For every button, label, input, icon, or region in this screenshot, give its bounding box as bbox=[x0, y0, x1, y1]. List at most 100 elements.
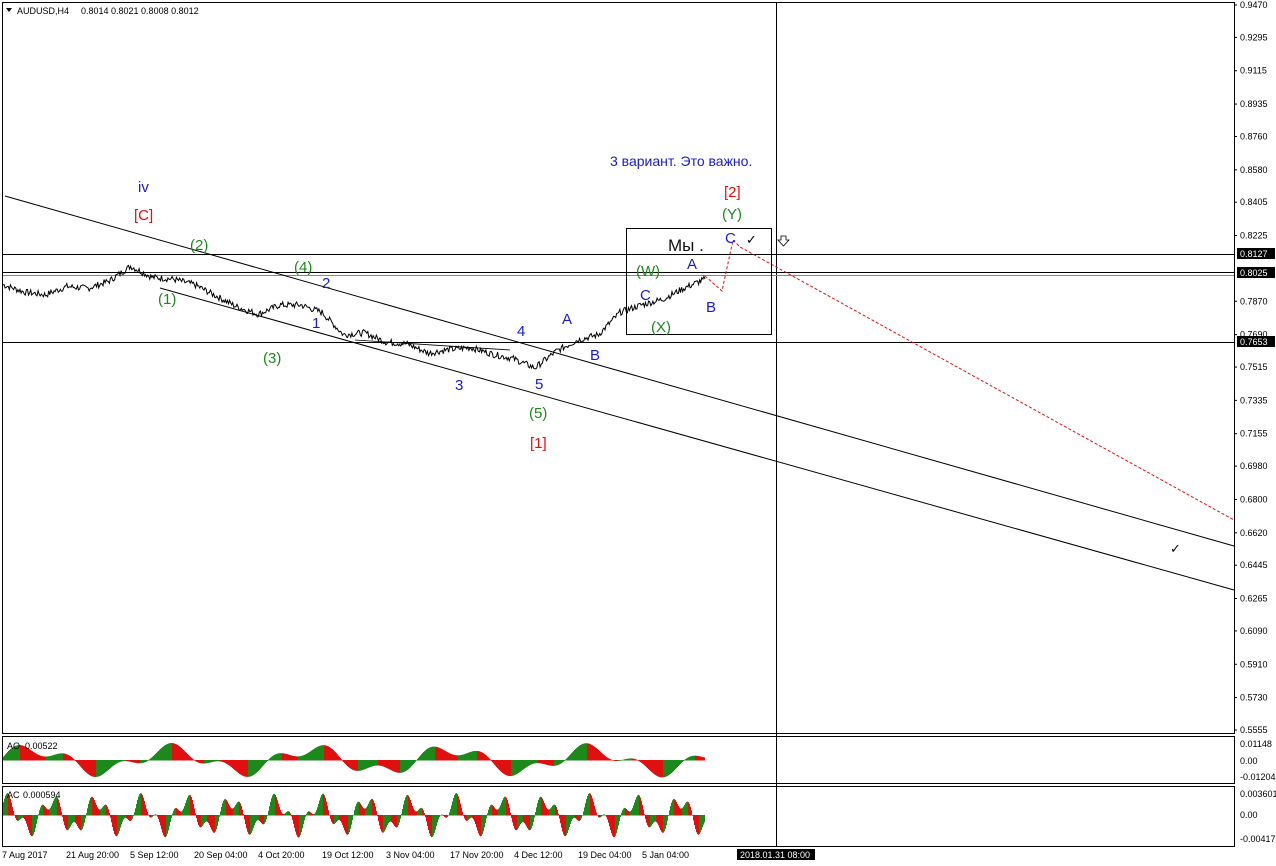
ao-bar bbox=[641, 760, 642, 763]
ao-bar bbox=[455, 755, 456, 761]
ac-bar bbox=[251, 815, 252, 833]
ac-bar bbox=[627, 810, 628, 816]
wave-label[interactable]: 3 bbox=[455, 377, 463, 394]
ao-bar bbox=[493, 760, 494, 764]
wave-label[interactable]: iv bbox=[138, 179, 149, 196]
ac-bar bbox=[63, 815, 64, 822]
ac-bar bbox=[400, 815, 401, 819]
ac-bar bbox=[428, 815, 429, 830]
ao-axis-top: 0.01148 bbox=[1240, 739, 1272, 749]
ao-bar bbox=[516, 760, 517, 775]
ac-bar bbox=[225, 799, 226, 816]
wave-label[interactable]: C bbox=[640, 287, 651, 304]
wave-label[interactable]: (3) bbox=[263, 350, 281, 367]
ao-bar bbox=[582, 743, 583, 761]
wave-label[interactable]: (W) bbox=[636, 263, 660, 280]
ac-bar bbox=[626, 809, 627, 816]
ac-bar bbox=[519, 815, 520, 827]
check-mark-icon[interactable]: ✓ bbox=[1170, 541, 1181, 556]
ac-bar bbox=[273, 793, 274, 816]
wave-label[interactable]: 2 bbox=[322, 275, 330, 292]
price-axis-label: 0.7515 bbox=[1240, 362, 1268, 372]
channel-lower-line[interactable] bbox=[159, 287, 1235, 591]
ao-bar bbox=[298, 756, 299, 761]
ac-bar bbox=[309, 811, 310, 816]
ac-bar bbox=[357, 802, 358, 816]
ao-bar bbox=[691, 756, 692, 761]
ao-bar bbox=[674, 760, 675, 771]
ac-bar bbox=[411, 802, 412, 816]
ao-bar bbox=[180, 747, 181, 761]
ao-bar bbox=[88, 760, 89, 775]
wave-label[interactable]: (1) bbox=[158, 291, 176, 308]
ao-bar bbox=[700, 756, 701, 761]
wave-label[interactable]: (Y) bbox=[722, 206, 742, 223]
ao-bar bbox=[75, 760, 76, 762]
wave-label[interactable]: A bbox=[687, 256, 697, 273]
ao-bar bbox=[344, 760, 345, 764]
wave-label[interactable]: (X) bbox=[651, 319, 671, 336]
ao-bar bbox=[190, 756, 191, 761]
wave-label[interactable]: C bbox=[725, 230, 736, 247]
ao-bar bbox=[630, 758, 631, 761]
ac-bar bbox=[365, 808, 366, 816]
ac-bar bbox=[501, 802, 502, 816]
ac-bar bbox=[82, 815, 83, 829]
ao-bar bbox=[129, 760, 130, 762]
wave-label[interactable]: [2] bbox=[724, 184, 741, 201]
ao-bar bbox=[128, 760, 129, 762]
ac-bar bbox=[122, 815, 123, 822]
ac-bar bbox=[495, 808, 496, 816]
wave-label[interactable]: A bbox=[562, 311, 572, 328]
triangle-down-icon[interactable] bbox=[6, 8, 12, 12]
ac-bar bbox=[603, 814, 604, 816]
ac-bar bbox=[506, 797, 507, 816]
ac-bar bbox=[466, 815, 467, 821]
ac-bar bbox=[499, 807, 500, 816]
ac-bar bbox=[59, 802, 60, 816]
ac-bar bbox=[49, 809, 50, 816]
ac-bar bbox=[15, 815, 16, 819]
wave-label[interactable]: 1 bbox=[312, 315, 320, 332]
wave-label[interactable]: [1] bbox=[530, 435, 547, 452]
ac-bar bbox=[191, 797, 192, 816]
wave-label[interactable]: (4) bbox=[294, 259, 312, 276]
ao-bar bbox=[439, 747, 440, 761]
arrow-down-outline-icon[interactable] bbox=[777, 235, 790, 247]
forecast-path[interactable] bbox=[704, 238, 1235, 521]
ac-bar bbox=[339, 815, 340, 821]
ao-bar bbox=[349, 760, 350, 768]
ao-bar bbox=[485, 754, 486, 761]
wave-label[interactable]: (5) bbox=[529, 405, 547, 422]
price-axis-label: 0.8580 bbox=[1240, 165, 1268, 175]
wave-label[interactable]: B bbox=[590, 347, 600, 364]
ac-bar bbox=[497, 809, 498, 816]
ac-bar bbox=[510, 812, 511, 816]
check-mark-icon[interactable]: ✓ bbox=[746, 232, 757, 247]
wave-label[interactable]: (2) bbox=[190, 237, 208, 254]
ac-bar bbox=[573, 815, 574, 819]
ao-bar bbox=[33, 751, 34, 761]
ac-bar bbox=[286, 812, 287, 816]
ao-bar bbox=[651, 760, 652, 772]
ao-bar bbox=[272, 756, 273, 761]
ao-bar bbox=[224, 760, 225, 763]
wave-label[interactable]: B bbox=[706, 299, 716, 316]
wave-label[interactable]: [C] bbox=[134, 207, 153, 224]
ao-bar bbox=[504, 760, 505, 775]
ao-bar bbox=[628, 758, 629, 761]
ao-bar bbox=[147, 760, 148, 762]
wave-label[interactable]: 5 bbox=[535, 376, 543, 393]
ac-bar bbox=[69, 815, 70, 829]
ac-bar bbox=[289, 811, 290, 816]
ao-bar bbox=[627, 758, 628, 761]
ao-bar bbox=[624, 759, 625, 761]
note-text: 3 вариант. Это важно. bbox=[610, 153, 752, 169]
ao-bar bbox=[183, 749, 184, 761]
ao-bar bbox=[227, 760, 228, 765]
wave-label[interactable]: 4 bbox=[517, 323, 525, 340]
ac-bar bbox=[281, 812, 282, 816]
ao-bar bbox=[401, 760, 402, 773]
ao-bar bbox=[310, 751, 311, 761]
ao-bar bbox=[507, 760, 508, 776]
